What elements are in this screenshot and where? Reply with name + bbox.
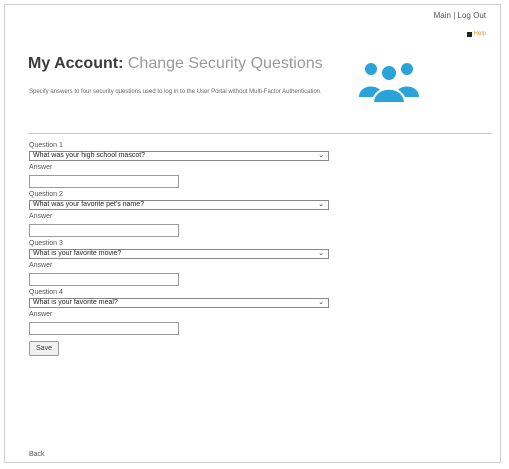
answer-label: Answer bbox=[29, 262, 53, 269]
page-frame: Main | Log Out Help My Account: Change S… bbox=[4, 4, 501, 463]
logout-link[interactable]: Log Out bbox=[458, 11, 486, 20]
help-icon bbox=[466, 31, 472, 37]
help-link[interactable]: Help bbox=[466, 31, 486, 37]
question-select[interactable]: What was your favorite pet's name? ⌄ bbox=[29, 200, 329, 210]
header-divider bbox=[28, 133, 492, 134]
answer-label: Answer bbox=[29, 213, 53, 220]
back-link[interactable]: Back bbox=[29, 451, 45, 458]
page-title-bold: My Account: bbox=[28, 55, 124, 72]
answer-input[interactable] bbox=[29, 175, 179, 188]
chevron-down-icon: ⌄ bbox=[318, 201, 324, 208]
page-title: My Account: Change Security Questions bbox=[28, 55, 323, 73]
question-select[interactable]: What is your favorite meal? ⌄ bbox=[29, 298, 329, 308]
answer-input[interactable] bbox=[29, 273, 179, 286]
nav-separator: | bbox=[453, 11, 456, 20]
question-block-3: Question 3 What is your favorite movie? … bbox=[29, 239, 349, 286]
question-select-value: What is your favorite movie? bbox=[33, 250, 122, 257]
question-block-2: Question 2 What was your favorite pet's … bbox=[29, 190, 349, 237]
answer-label: Answer bbox=[29, 164, 53, 171]
question-block-1: Question 1 What was your high school mas… bbox=[29, 141, 349, 188]
answer-input[interactable] bbox=[29, 224, 179, 237]
answer-input[interactable] bbox=[29, 322, 179, 335]
security-questions-form: Question 1 What was your high school mas… bbox=[29, 141, 349, 356]
question-select[interactable]: What was your high school mascot? ⌄ bbox=[29, 151, 329, 161]
chevron-down-icon: ⌄ bbox=[318, 152, 324, 159]
save-button[interactable]: Save bbox=[29, 341, 59, 356]
chevron-down-icon: ⌄ bbox=[318, 299, 324, 306]
help-label: Help bbox=[473, 31, 486, 37]
page-title-light: Change Security Questions bbox=[127, 55, 323, 72]
users-group-icon bbox=[359, 63, 419, 103]
chevron-down-icon: ⌄ bbox=[318, 250, 324, 257]
answer-label: Answer bbox=[29, 311, 53, 318]
question-select[interactable]: What is your favorite movie? ⌄ bbox=[29, 249, 329, 259]
question-select-value: What was your favorite pet's name? bbox=[33, 201, 145, 208]
question-label: Question 1 bbox=[29, 142, 63, 149]
question-select-value: What was your high school mascot? bbox=[33, 152, 146, 159]
question-select-value: What is your favorite meal? bbox=[33, 299, 118, 306]
page-description: Specify answers to four security questio… bbox=[29, 89, 322, 95]
main-link[interactable]: Main bbox=[434, 11, 451, 20]
question-label: Question 4 bbox=[29, 289, 63, 296]
question-label: Question 3 bbox=[29, 240, 63, 247]
question-label: Question 2 bbox=[29, 191, 63, 198]
top-nav: Main | Log Out bbox=[434, 11, 486, 20]
question-block-4: Question 4 What is your favorite meal? ⌄… bbox=[29, 288, 349, 335]
